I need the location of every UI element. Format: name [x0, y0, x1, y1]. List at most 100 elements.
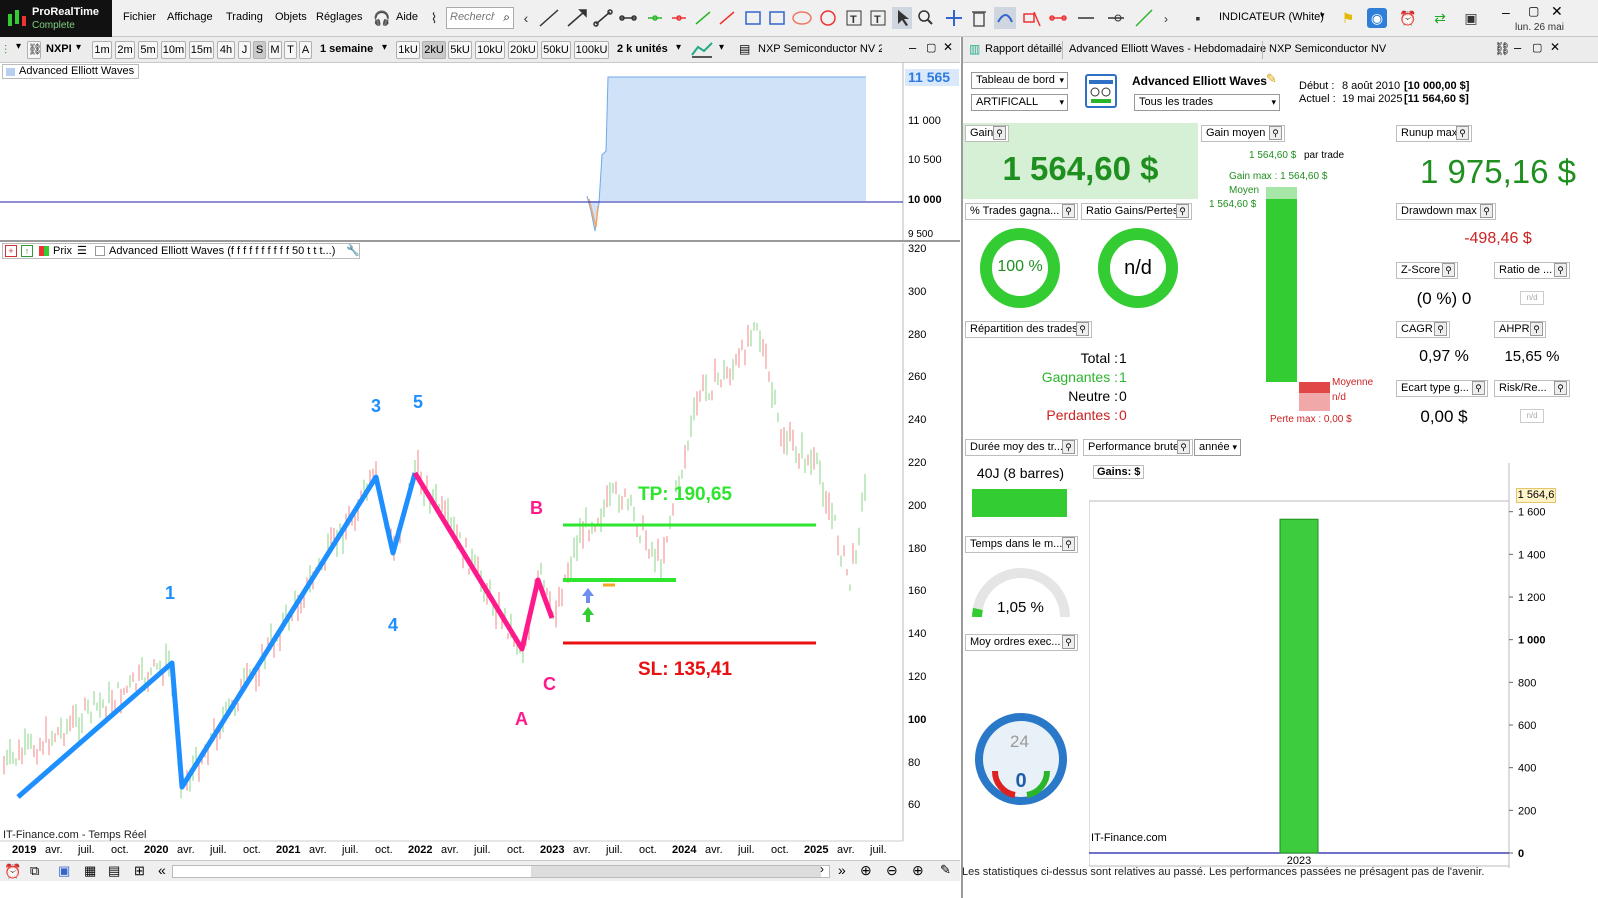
indicator-selector[interactable]: INDICATEUR (White) [1219, 11, 1324, 23]
speaker-icon[interactable]: ◉ [1367, 8, 1387, 28]
tf-s[interactable]: S [253, 41, 266, 59]
close-icon[interactable]: ✕ [1551, 3, 1563, 20]
menu-trading[interactable]: Trading [226, 11, 263, 23]
menu-objets[interactable]: Objets [275, 11, 307, 23]
calendar-icon[interactable]: ▦ [84, 863, 96, 879]
tf-t[interactable]: T [284, 41, 297, 59]
chevron-down-icon[interactable]: ▾ [16, 41, 21, 52]
edit-icon[interactable]: ✎ [1266, 71, 1277, 87]
search-input[interactable] [447, 8, 495, 26]
risk-header[interactable]: Risk/Re... ⚲ [1494, 380, 1570, 397]
drawdown-header[interactable]: Drawdown max ⚲ [1396, 203, 1496, 220]
pin-icon[interactable]: ⚲ [1456, 126, 1469, 140]
period-select[interactable]: année ▾ [1194, 439, 1241, 456]
time-in-market-header[interactable]: Temps dans le m... ⚲ [965, 536, 1078, 553]
maximize-icon[interactable]: ▢ [926, 41, 936, 54]
pin-icon[interactable]: ⚲ [1062, 537, 1075, 551]
unit-count-select[interactable]: 2 k unités [617, 43, 668, 55]
pin-icon[interactable]: ⚲ [1062, 440, 1075, 454]
tf-1m[interactable]: 1m [92, 41, 112, 59]
stddev-header[interactable]: Ecart type g... ⚲ [1396, 380, 1488, 397]
scroll-left-icon[interactable]: « [158, 862, 166, 878]
close-icon[interactable]: ✕ [943, 40, 953, 54]
close-icon[interactable]: ✕ [1550, 40, 1560, 54]
chevron-down-icon[interactable]: ▾ [719, 42, 724, 53]
zscore-header[interactable]: Z-Score ⚲ [1396, 262, 1458, 279]
dashboard-select[interactable]: Tableau de bord ▾ [971, 72, 1068, 89]
wrench-icon[interactable]: 🔧 [346, 244, 360, 258]
chevron-down-icon[interactable]: ▾ [76, 42, 81, 53]
chevron-down-icon[interactable]: ▾ [676, 42, 681, 53]
zoom-fit-icon[interactable]: ⊕ [860, 862, 872, 879]
screenshot-icon[interactable]: ▣ [58, 863, 70, 879]
pin-icon[interactable]: ⚲ [1434, 322, 1447, 336]
unit-5ku[interactable]: 5kU [448, 41, 472, 59]
unit-1ku[interactable]: 1kU [396, 41, 420, 59]
gain-header[interactable]: Gain ⚲ [965, 125, 1009, 142]
distribution-header[interactable]: Répartition des trades ⚲ [965, 321, 1092, 338]
collapse-icon[interactable]: + [5, 245, 17, 257]
minimize-icon[interactable]: – [909, 40, 916, 55]
pin-icon[interactable]: ⚲ [1076, 322, 1089, 336]
share-icon[interactable]: ⛓ [1494, 41, 1511, 57]
price-legend-label[interactable]: Prix [53, 244, 72, 258]
avg-gain-header[interactable]: Gain moyen ⚲ [1201, 125, 1285, 142]
avg-orders-header[interactable]: Moy ordres exec... ⚲ [965, 634, 1078, 651]
maximize-icon[interactable]: ▢ [1528, 4, 1539, 18]
tf-m[interactable]: M [268, 41, 282, 59]
chevron-down-icon[interactable]: ▾ [1320, 10, 1325, 21]
tf-5m[interactable]: 5m [138, 41, 158, 59]
equity-legend[interactable]: Advanced Elliott Waves [2, 64, 140, 79]
pin-icon[interactable]: ⚲ [1442, 263, 1455, 277]
search-box[interactable]: ⌕ [446, 7, 514, 29]
pin-icon[interactable]: ⚲ [1480, 204, 1493, 218]
settings-icon[interactable]: ✎ [940, 862, 951, 878]
tf-15m[interactable]: 15m [189, 41, 214, 59]
unit-100ku[interactable]: 100kU [574, 41, 609, 59]
pin-icon[interactable]: ⚲ [1177, 440, 1190, 454]
cagr-header[interactable]: CAGR ⚲ [1396, 321, 1450, 338]
headset-icon[interactable]: 🎧 [372, 8, 392, 28]
pct-winning-header[interactable]: % Trades gagna... ⚲ [965, 203, 1078, 220]
minimize-icon[interactable]: – [1514, 40, 1521, 55]
tf-2m[interactable]: 2m [115, 41, 135, 59]
pin-icon[interactable]: ⚲ [993, 126, 1006, 140]
ahpr-header[interactable]: AHPR ⚲ [1494, 321, 1546, 338]
sync-icon[interactable]: ⇄ [1430, 8, 1450, 28]
scrollbar-thumb[interactable] [531, 866, 821, 877]
pin-icon[interactable]: ⚲ [1472, 381, 1485, 395]
pin-icon[interactable]: ⚲ [1062, 635, 1075, 649]
ratio-header[interactable]: Ratio Gains/Pertes ⚲ [1081, 203, 1192, 220]
runup-header[interactable]: Runup max ⚲ [1396, 125, 1472, 142]
menu-reglages[interactable]: Réglages [316, 11, 362, 23]
tab-strategy[interactable]: Advanced Elliott Waves - Hebdomadaire [1069, 43, 1266, 55]
tf-a[interactable]: A [299, 41, 312, 59]
symbol-field[interactable]: NXPI [46, 43, 72, 55]
maximize-icon[interactable]: ▢ [1532, 41, 1542, 54]
indicator-legend-label[interactable]: Advanced Elliott Waves (f f f f f f f f … [109, 244, 335, 258]
price-chart-canvas[interactable] [0, 63, 960, 898]
unit-10ku[interactable]: 10kU [475, 41, 505, 59]
tf-j[interactable]: J [238, 41, 251, 59]
list-icon[interactable]: ☰ [77, 244, 87, 258]
window-icon[interactable]: ▣ [1461, 8, 1481, 28]
flag-icon[interactable]: ⚑ [1338, 8, 1358, 28]
chart-type-icon[interactable]: ⫶ [4, 43, 7, 58]
zoom-out-icon[interactable]: ⊖ [886, 862, 898, 879]
visibility-checkbox[interactable] [95, 246, 105, 256]
pin-icon[interactable]: ⚲ [1554, 263, 1567, 277]
menu-affichage[interactable]: Affichage [167, 11, 213, 23]
link-chart-icon[interactable]: ⧉ [30, 863, 39, 879]
tab-instrument[interactable]: NXP Semiconductor NV [1269, 43, 1386, 55]
tf-4h[interactable]: 4h [217, 41, 235, 59]
layout-icon[interactable]: ⊞ [134, 863, 145, 879]
pin-icon[interactable]: ⚲ [1062, 204, 1075, 218]
unit-20ku[interactable]: 20kU [508, 41, 538, 59]
menu-fichier[interactable]: Fichier [123, 11, 156, 23]
pin-icon[interactable]: ⚲ [1554, 381, 1567, 395]
portfolio-icon[interactable]: ▤ [108, 863, 120, 879]
period-select[interactable]: 1 semaine [320, 43, 373, 55]
avg-duration-header[interactable]: Durée moy des tr... ⚲ [965, 439, 1078, 456]
tab-rapport[interactable]: Rapport détaillé [985, 43, 1062, 55]
unit-50ku[interactable]: 50kU [541, 41, 571, 59]
